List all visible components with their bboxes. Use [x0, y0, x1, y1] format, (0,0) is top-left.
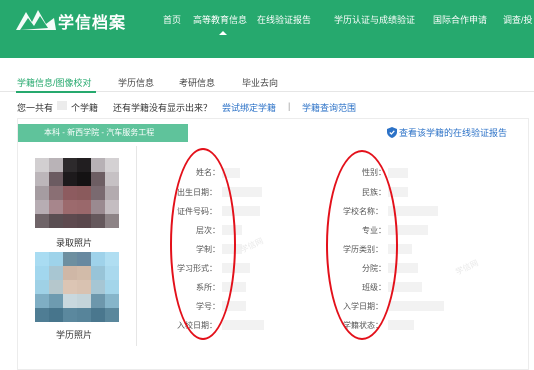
degree-photo: [35, 252, 119, 322]
field-value-redacted: [388, 168, 408, 178]
bind-enrollment-link[interactable]: 尝试绑定学籍: [222, 101, 276, 114]
nav-home[interactable]: 首页: [163, 13, 181, 26]
top-header: 学信档案 首页 高等教育信息 在线验证报告 学历认证与成绩验证 国际合作申请 调…: [0, 0, 534, 58]
summary-question: 还有学籍没有显示出来？: [113, 103, 213, 113]
enrollment-count: [57, 101, 67, 112]
enrollment-title: 本科 - 新西学院 - 汽车服务工程: [18, 124, 188, 142]
logo-icon[interactable]: [14, 6, 58, 34]
site-name[interactable]: 学信档案: [58, 9, 126, 33]
admission-photo-caption: 录取照片: [56, 238, 93, 248]
admission-photo: [35, 158, 119, 228]
shield-icon: [387, 127, 397, 138]
view-verification-report-link[interactable]: 查看该学籍的在线验证报告: [399, 126, 507, 139]
annotation-ellipse-left: [170, 148, 236, 340]
sub-tabs: 学籍信息/图像校对 学历信息 考研信息 毕业去向: [0, 72, 534, 93]
degree-photo-caption: 学历照片: [56, 330, 93, 340]
nav-higher-education[interactable]: 高等教育信息: [193, 13, 247, 26]
tab-enrollment-info[interactable]: 学籍信息/图像校对: [17, 76, 92, 89]
tab-degree-info[interactable]: 学历信息: [118, 76, 154, 89]
nav-survey[interactable]: 调查/投: [503, 13, 533, 26]
tab-graduate-destination[interactable]: 毕业去向: [242, 76, 278, 89]
summary-suffix: 个学籍: [71, 103, 99, 113]
query-scope-link[interactable]: 学籍查询范围: [302, 101, 356, 114]
nav-international[interactable]: 国际合作申请: [433, 13, 487, 26]
field-value-redacted: [388, 320, 414, 330]
active-tab-indicator: [16, 91, 96, 93]
summary-prefix: 您一共有: [17, 103, 54, 113]
active-nav-caret-icon: [219, 31, 227, 35]
nav-certification[interactable]: 学历认证与成绩验证: [334, 13, 415, 26]
field-value-redacted: [222, 320, 264, 330]
panel-divider: [136, 146, 137, 346]
tab-postgrad-exam[interactable]: 考研信息: [179, 76, 215, 89]
enrollment-panel: [17, 118, 529, 370]
nav-online-report[interactable]: 在线验证报告: [257, 13, 311, 26]
field-value-redacted: [388, 301, 444, 311]
annotation-ellipse-right: [326, 150, 398, 340]
summary-divider: |: [288, 101, 291, 111]
